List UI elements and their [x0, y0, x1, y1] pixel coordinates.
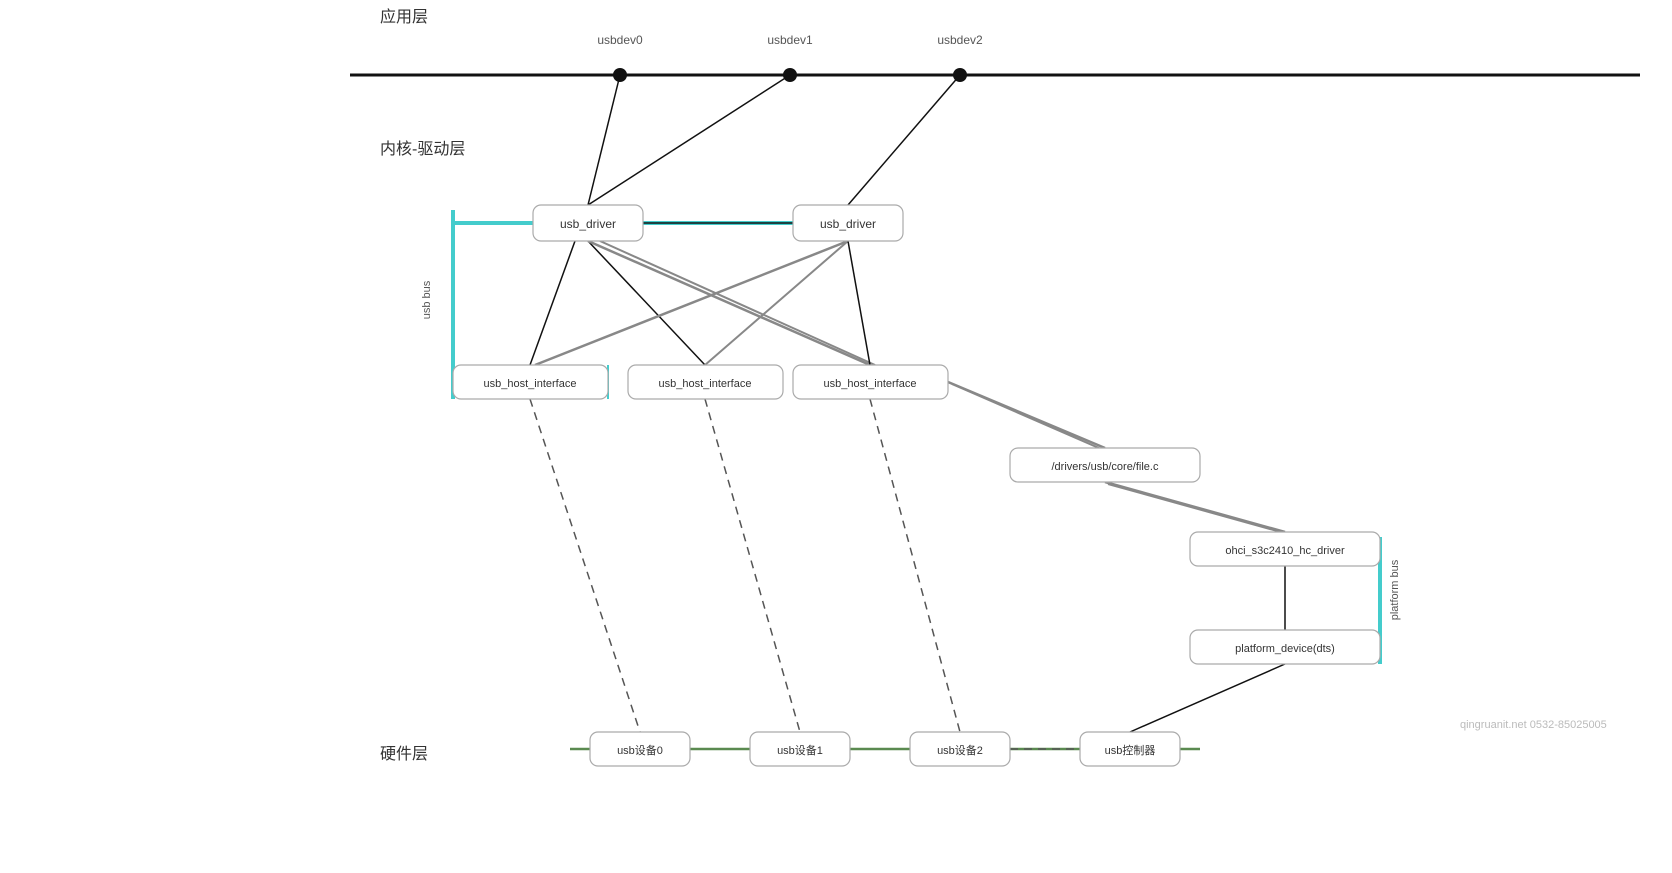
line-drv2-host3 — [848, 241, 870, 365]
usbdev0-label: usbdev0 — [597, 33, 643, 47]
line-filec-ohci2 — [1108, 484, 1288, 534]
line-drv2-host1-gray — [535, 241, 848, 365]
filec-label: /drivers/usb/core/file.c — [1052, 461, 1159, 473]
line-host3-filec2 — [952, 384, 1108, 452]
line-drv1-host3-gray2 — [600, 241, 875, 365]
dashed-host2-dev1 — [705, 399, 800, 732]
usbdev2-label: usbdev2 — [937, 33, 983, 47]
usb-host2-label: usb_host_interface — [659, 378, 752, 390]
usb-dev1-label: usb设备1 — [777, 743, 823, 757]
line-dev1-drv1 — [588, 75, 790, 205]
dashed-host3-dev2 — [870, 399, 960, 732]
usb-ctrl-label: usb控制器 — [1105, 743, 1156, 757]
dashed-host1-dev0 — [530, 399, 640, 732]
usb-host3-label: usb_host_interface — [824, 378, 917, 390]
app-layer-label: 应用层 — [380, 7, 428, 26]
line-platdev-ctrl — [1130, 664, 1285, 732]
usb-dev0-label: usb设备0 — [617, 743, 663, 757]
usb-driver1-label: usb_driver — [560, 217, 616, 231]
usbdev1-label: usbdev1 — [767, 33, 813, 47]
platform-device-label: platform_device(dts) — [1235, 643, 1335, 655]
ohci-label: ohci_s3c2410_hc_driver — [1225, 545, 1345, 557]
kernel-layer-label: 内核-驱动层 — [380, 140, 465, 158]
usb-bus-rotated-label: usb bus — [421, 280, 433, 319]
line-drv1-host1 — [530, 241, 575, 365]
line-filec-ohci — [1105, 482, 1285, 532]
platform-bus-rotated-label: platform bus — [1389, 559, 1401, 620]
line-dev0-drv1 — [588, 75, 620, 205]
line-dev2-drv2 — [848, 75, 960, 205]
usb-dev2-label: usb设备2 — [937, 743, 983, 757]
line-drv1-host2 — [588, 241, 705, 365]
diagram-container: usb_driver usb_driver usb_host_interface… — [0, 0, 1672, 873]
main-svg: usb_driver usb_driver usb_host_interface… — [0, 0, 1672, 873]
watermark-text: qingruanit.net 0532-85025005 — [1460, 719, 1607, 731]
hw-layer-label: 硬件层 — [380, 745, 428, 763]
usb-driver2-label: usb_driver — [820, 217, 876, 231]
usb-host1-label: usb_host_interface — [484, 378, 577, 390]
